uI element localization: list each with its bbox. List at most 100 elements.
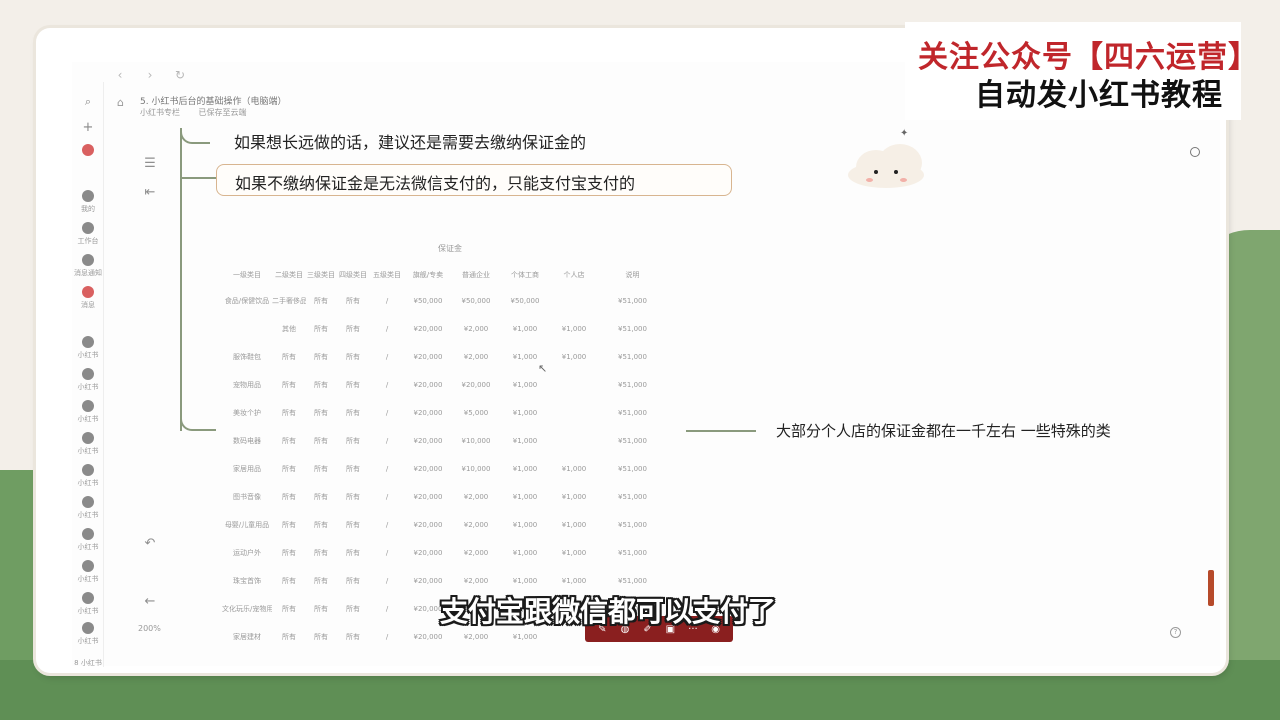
- table-cell: 数码电器: [233, 437, 261, 445]
- table-header-cell: 三级类目: [307, 271, 335, 279]
- table-cell: 所有: [314, 549, 328, 557]
- table-cell: 家居建材: [233, 633, 261, 641]
- doc-title: 5. 小红书后台的基础操作（电脑端）: [140, 97, 287, 107]
- sidebar-item-9[interactable]: 小红书: [72, 496, 104, 520]
- table-cell: 所有: [314, 605, 328, 613]
- folder-icon: [82, 560, 94, 572]
- table-header-cell: 一级类目: [233, 271, 261, 279]
- table-cell: /: [385, 437, 389, 445]
- sparkle-icon: ✦: [900, 128, 909, 139]
- breadcrumb-item[interactable]: 小红书专栏: [140, 108, 180, 117]
- table-cell: 家居用品: [233, 465, 261, 473]
- user-icon: [82, 190, 94, 202]
- sidebar-item-5[interactable]: 小红书: [72, 368, 104, 392]
- sidebar-item-4[interactable]: 小红书: [72, 336, 104, 360]
- table-cell: ¥51,000: [618, 353, 647, 361]
- table-cell: 其他: [282, 325, 296, 333]
- undo-icon[interactable]: ↶: [143, 536, 157, 551]
- mindmap-node-selected[interactable]: 如果不缴纳保证金是无法微信支付的，只能支付宝支付的: [216, 164, 732, 196]
- message-icon: [82, 286, 94, 298]
- sidebar-item-6[interactable]: 小红书: [72, 400, 104, 424]
- folder-icon: [82, 496, 94, 508]
- sidebar-item-12[interactable]: 小红书: [72, 592, 104, 616]
- table-header-cell: 说明: [625, 271, 640, 279]
- home-icon[interactable]: ⌂: [117, 96, 129, 109]
- table-row[interactable]: 美妆个护 所有 所有 所有 / ¥20,000 ¥5,000 ¥1,000 ¥51,000: [222, 399, 667, 427]
- reload-icon[interactable]: ↻: [173, 68, 187, 82]
- table-cell: 二手奢侈品: [272, 297, 306, 305]
- arrow-left-icon[interactable]: ←: [143, 594, 157, 609]
- mindmap-node[interactable]: 大部分个人店的保证金都在一千左右 一些特殊的类: [776, 420, 1111, 441]
- sidebar-item-8[interactable]: 小红书: [72, 464, 104, 488]
- video-subtitle: 支付宝跟微信都可以支付了: [440, 595, 777, 628]
- mindmap-connector: [180, 128, 210, 144]
- table-cell: /: [385, 465, 389, 473]
- table-cell: ¥1,000: [512, 549, 538, 557]
- sidebar-item-13[interactable]: 小红书: [72, 622, 104, 646]
- sidebar-item-2[interactable]: 消息通知: [72, 254, 104, 278]
- table-row[interactable]: 图书音像 所有 所有 所有 / ¥20,000 ¥2,000 ¥1,000 ¥1,000 ¥51,…: [222, 483, 667, 511]
- table-cell: ¥10,000: [461, 437, 491, 445]
- back-icon[interactable]: ‹: [113, 68, 127, 82]
- mouse-cursor-icon: ↖: [538, 362, 548, 375]
- sidebar-bottom[interactable]: 8 小红书: [72, 656, 104, 668]
- table-cell: ¥50,000: [413, 297, 443, 305]
- table-cell: [550, 399, 598, 427]
- table-header-cell: 五级类目: [373, 271, 401, 279]
- sidebar-item-10[interactable]: 小红书: [72, 528, 104, 552]
- table-cell: ¥1,000: [561, 493, 587, 501]
- avatar[interactable]: [72, 144, 104, 156]
- table-header-cell: 个人店: [563, 271, 585, 279]
- table-cell: /: [385, 521, 389, 529]
- table-header-cell: 四级类目: [339, 271, 367, 279]
- table-cell: 所有: [314, 381, 328, 389]
- table-cell: ¥1,000: [561, 353, 587, 361]
- table-cell: /: [385, 353, 389, 361]
- table-row[interactable]: 食品/保健饮品 二手奢侈品 所有 所有 / ¥50,000 ¥50,000 ¥50,000 ¥5…: [222, 287, 667, 315]
- indent-icon[interactable]: ⇤: [143, 185, 157, 200]
- sidebar-item-11[interactable]: 小红书: [72, 560, 104, 584]
- table-cell: 所有: [314, 325, 328, 333]
- outline-icon[interactable]: ☰: [143, 156, 157, 171]
- table-cell: ¥1,000: [512, 381, 538, 389]
- zoom-level[interactable]: 200%: [138, 624, 161, 633]
- table-row[interactable]: 宠物用品 所有 所有 所有 / ¥20,000 ¥20,000 ¥1,000 ¥51,000: [222, 371, 667, 399]
- table-cell: [550, 427, 598, 455]
- table-cell: /: [385, 381, 389, 389]
- table-cell: ¥20,000: [413, 353, 443, 361]
- table-row[interactable]: 家居用品 所有 所有 所有 / ¥20,000 ¥10,000 ¥1,000 ¥1,000 ¥51…: [222, 455, 667, 483]
- table-cell: /: [385, 605, 389, 613]
- overlay-subtitle: 自动发小红书教程: [975, 78, 1223, 113]
- table-cell: ¥51,000: [618, 297, 647, 305]
- sidebar-item-1[interactable]: 工作台: [72, 222, 104, 246]
- sidebar-item-3[interactable]: 消息: [72, 286, 104, 310]
- table-cell: 运动户外: [233, 549, 261, 557]
- table-cell: ¥20,000: [413, 381, 443, 389]
- help-icon[interactable]: ?: [1170, 627, 1181, 638]
- table-cell: ¥1,000: [561, 465, 587, 473]
- scroll-handle[interactable]: [1208, 570, 1214, 606]
- save-status: 已保存至云端: [198, 108, 247, 117]
- table-row[interactable]: 服饰鞋包 所有 所有 所有 / ¥20,000 ¥2,000 ¥1,000 ¥1,000 ¥51,…: [222, 343, 667, 371]
- table-cell: ¥20,000: [413, 325, 443, 333]
- table-cell: 母婴/儿童用品: [224, 521, 270, 529]
- table-row[interactable]: 其他 所有 所有 / ¥20,000 ¥2,000 ¥1,000 ¥1,000 ¥51,000: [222, 315, 667, 343]
- add-icon[interactable]: +: [72, 116, 104, 135]
- table-cell: 所有: [282, 381, 296, 389]
- table-cell: 所有: [282, 437, 296, 445]
- table-cell: 所有: [346, 437, 360, 445]
- table-row[interactable]: 母婴/儿童用品 所有 所有 所有 / ¥20,000 ¥2,000 ¥1,000 ¥1,000 ¥…: [222, 511, 667, 539]
- table-row[interactable]: 运动户外 所有 所有 所有 / ¥20,000 ¥2,000 ¥1,000 ¥1,000 ¥51,…: [222, 539, 667, 567]
- table-cell: ¥50,000: [461, 297, 491, 305]
- mindmap-node[interactable]: 如果想长远做的话，建议还是需要去缴纳保证金的: [234, 129, 586, 153]
- folder-icon: [82, 368, 94, 380]
- forward-icon[interactable]: ›: [143, 68, 157, 82]
- table-cell: ¥1,000: [561, 325, 587, 333]
- search-icon[interactable]: ⌕: [72, 90, 104, 109]
- table-cell: 文化玩乐/宠物用品: [222, 605, 272, 613]
- table-cell: ¥51,000: [618, 409, 647, 417]
- sidebar-item-7[interactable]: 小红书: [72, 432, 104, 456]
- table-title: 保证金: [438, 244, 462, 253]
- table-row[interactable]: 数码电器 所有 所有 所有 / ¥20,000 ¥10,000 ¥1,000 ¥51,000: [222, 427, 667, 455]
- sidebar-item-0[interactable]: 我的: [72, 190, 104, 214]
